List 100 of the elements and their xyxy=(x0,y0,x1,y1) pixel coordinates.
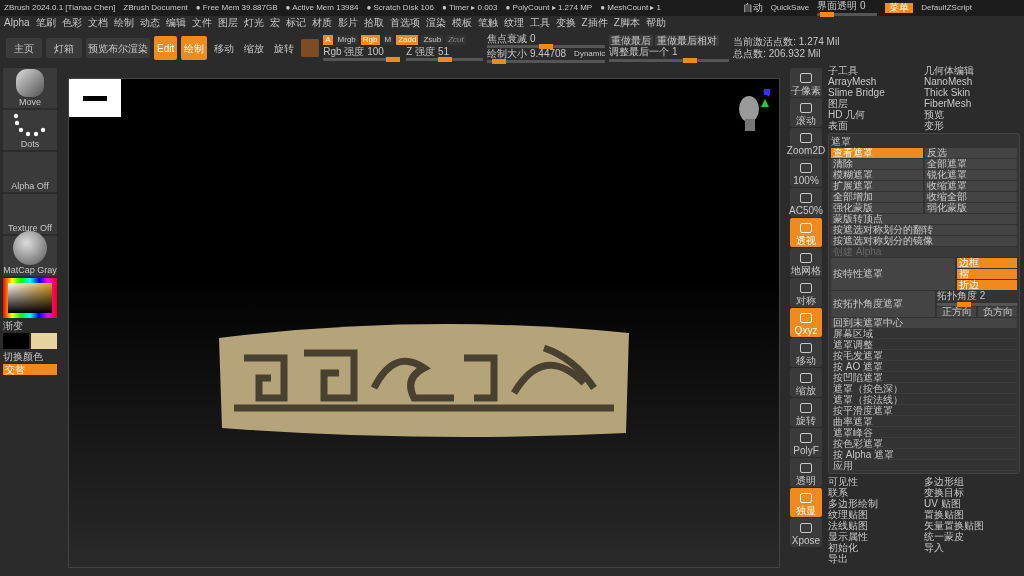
slider-thumb[interactable] xyxy=(438,57,453,62)
slider-thumb[interactable] xyxy=(819,12,834,17)
tool-menu-item[interactable]: 图层 xyxy=(828,99,924,109)
menu-item[interactable]: 绘制 xyxy=(113,18,134,28)
view-tool-button[interactable]: 滚动 xyxy=(790,98,822,127)
mask-button[interactable]: 模糊遮罩 xyxy=(831,170,923,180)
mask-submenu-item[interactable]: 遮罩（按法线） xyxy=(831,395,1017,405)
material-swatch-icon[interactable] xyxy=(301,39,320,57)
mask-submenu-item[interactable]: 按平滑度遮罩 xyxy=(831,406,1017,416)
menu-item[interactable]: Z脚本 xyxy=(613,18,640,28)
view-tool-button[interactable]: 地网格 xyxy=(790,248,822,277)
color-swatch[interactable] xyxy=(3,333,29,349)
menu-item[interactable]: 笔触 xyxy=(477,18,498,28)
view-tool-button[interactable]: 移动 xyxy=(790,338,822,367)
menu-item[interactable]: 工具 xyxy=(529,18,550,28)
view-tool-button[interactable]: AC50% xyxy=(790,188,822,217)
mask-button[interactable]: 全部增加 xyxy=(831,192,923,202)
menu-item[interactable]: 纹理 xyxy=(503,18,524,28)
menu-item[interactable]: 模板 xyxy=(451,18,472,28)
slider-thumb[interactable] xyxy=(683,57,698,63)
slider-thumb[interactable] xyxy=(386,57,401,62)
mask-button[interactable]: 弱化蒙版 xyxy=(925,203,1017,213)
mask-button[interactable]: 收缩遮罩 xyxy=(925,181,1017,191)
mask-submenu-item[interactable]: 遮罩（按色深） xyxy=(831,384,1017,394)
view-tool-button[interactable]: PolyF xyxy=(790,428,822,457)
tool-menu-item[interactable]: 导入 xyxy=(924,543,1020,553)
mask-button[interactable]: 全部遮罩 xyxy=(925,159,1017,169)
color-swatch[interactable] xyxy=(31,333,57,349)
tool-menu-item[interactable]: ArrayMesh xyxy=(828,77,924,87)
mask-submenu-item[interactable]: 按色彩遮罩 xyxy=(831,439,1017,449)
tool-menu-item[interactable]: NanoMesh xyxy=(924,77,1020,87)
view-tool-button[interactable]: 缩放 xyxy=(790,368,822,397)
palette-thumbnail[interactable]: Move xyxy=(3,68,57,108)
menu-item[interactable]: 材质 xyxy=(311,18,332,28)
mask-button[interactable]: 清除 xyxy=(831,159,923,169)
menu-item[interactable]: 首选项 xyxy=(389,18,420,28)
mask-button[interactable]: 按遮选对称划分的翻转 xyxy=(831,225,1017,235)
tool-menu-item[interactable]: 置换贴图 xyxy=(924,510,1020,520)
direction-button[interactable]: 负方向 xyxy=(978,307,1017,317)
mask-button[interactable]: 回到未遮罩中心 xyxy=(831,318,1017,328)
mask-submenu-item[interactable]: 遮罩调整 xyxy=(831,340,1017,350)
menu-item[interactable]: 色彩 xyxy=(61,18,82,28)
direction-button[interactable]: 正方向 xyxy=(937,307,976,317)
slider-thumb[interactable] xyxy=(539,43,554,49)
tool-menu-item[interactable]: FiberMesh xyxy=(924,99,1020,109)
tool-menu-item[interactable]: 变换目标 xyxy=(924,488,1020,498)
palette-thumbnail[interactable]: Alpha Off xyxy=(3,152,57,192)
channel-toggle[interactable]: Zsub xyxy=(421,35,444,45)
shelf-button[interactable]: 主页 xyxy=(6,38,42,58)
mask-submenu-item[interactable]: 遮罩峰谷 xyxy=(831,428,1017,438)
view-tool-button[interactable]: 旋转 xyxy=(790,398,822,427)
channel-toggle[interactable]: M xyxy=(382,35,394,45)
menu-item[interactable]: 标记 xyxy=(285,18,306,28)
mask-button[interactable]: 按遮选对称划分的镜像 xyxy=(831,236,1017,246)
mask-by-angle-button[interactable]: 按拓扑角度遮罩 xyxy=(831,291,935,317)
menu-item[interactable]: 笔刷 xyxy=(35,18,56,28)
mask-submenu-item[interactable]: 按毛发遮罩 xyxy=(831,351,1017,361)
menu-item[interactable]: 渲染 xyxy=(425,18,446,28)
mask-submenu-item[interactable]: 按 AO 遮罩 xyxy=(831,362,1017,372)
slider-thumb[interactable] xyxy=(956,302,971,307)
tool-menu-item[interactable]: HD 几何 xyxy=(828,110,924,120)
menu-item[interactable]: 动态 xyxy=(139,18,160,28)
tool-menu-item[interactable]: 导出 xyxy=(828,554,924,564)
shelf-button[interactable]: 灯箱 xyxy=(46,38,82,58)
menu-item[interactable]: 灯光 xyxy=(243,18,264,28)
mask-by-feature-button[interactable]: 按特性遮罩 xyxy=(831,258,955,290)
mask-button[interactable]: 收缩全部 xyxy=(925,192,1017,202)
tool-menu-item[interactable]: 法线贴图 xyxy=(828,521,924,531)
view-tool-button[interactable]: 100% xyxy=(790,158,822,187)
tool-menu-item[interactable]: UV 贴图 xyxy=(924,499,1020,509)
tool-mode-button[interactable]: 旋转 xyxy=(271,36,298,60)
tool-menu-item[interactable]: 纹理贴图 xyxy=(828,510,924,520)
color-picker[interactable] xyxy=(3,278,57,318)
mask-button[interactable]: 扩展遮罩 xyxy=(831,181,923,191)
palette-thumbnail[interactable]: Texture Off xyxy=(3,194,57,234)
mask-submenu-item[interactable]: 按凹陷遮罩 xyxy=(831,373,1017,383)
view-tool-button[interactable]: 子像素 xyxy=(790,68,822,97)
view-tool-button[interactable]: 对称 xyxy=(790,278,822,307)
tool-menu-item[interactable]: 统一蒙皮 xyxy=(924,532,1020,542)
tool-menu-item[interactable]: Thick Skin xyxy=(924,88,1020,98)
viewport-canvas[interactable] xyxy=(68,78,780,568)
tool-menu-item[interactable]: 显示属性 xyxy=(828,532,924,542)
redo-button[interactable]: 重做最后相对 xyxy=(655,34,720,46)
tool-menu-item[interactable]: 表面 xyxy=(828,121,924,131)
mask-panel-title[interactable]: 遮罩 xyxy=(831,136,1017,147)
view-tool-button[interactable]: 透明 xyxy=(790,458,822,487)
menu-item[interactable]: 拾取 xyxy=(363,18,384,28)
tool-menu-item[interactable]: 预览 xyxy=(924,110,1020,120)
palette-thumbnail[interactable]: Dots xyxy=(3,110,57,150)
view-tool-button[interactable]: Xpose xyxy=(790,518,822,547)
tool-mode-button[interactable]: 移动 xyxy=(211,36,238,60)
slider-thumb[interactable] xyxy=(492,58,507,64)
mask-button[interactable]: 蒙版转顶点 xyxy=(831,214,1017,224)
menu-item[interactable]: 文档 xyxy=(87,18,108,28)
tool-menu-item[interactable]: 多边形组 xyxy=(924,477,1020,487)
mask-submenu-item[interactable]: 按 Alpha 遮罩 xyxy=(831,450,1017,460)
mask-submenu-item[interactable]: 屏幕区域 xyxy=(831,329,1017,339)
mask-button[interactable]: 强化蒙版 xyxy=(831,203,923,213)
tool-menu-item[interactable]: 联系 xyxy=(828,488,924,498)
menu-item[interactable]: 帮助 xyxy=(645,18,666,28)
